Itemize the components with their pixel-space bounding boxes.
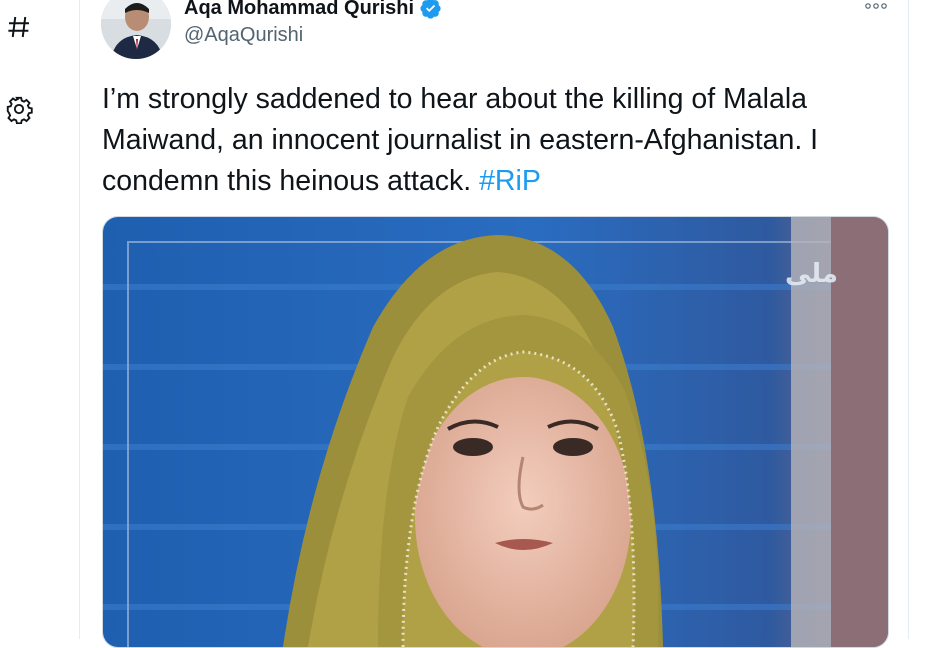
user-handle[interactable]: @AqaQurishi (184, 22, 442, 48)
tweet-author: Aqa Mohammad Qurishi @AqaQurishi (184, 0, 442, 48)
tweet-card[interactable]: Aqa Mohammad Qurishi @AqaQurishi I’m str… (79, 0, 909, 648)
tweet-text: I’m strongly saddened to hear about the … (102, 79, 882, 202)
verified-badge-icon (420, 0, 442, 19)
hashtag-icon[interactable] (2, 10, 36, 44)
left-navigation (0, 0, 80, 634)
tweet-image[interactable]: ملی (102, 216, 889, 648)
avatar[interactable] (101, 0, 171, 59)
tweet-body: I’m strongly saddened to hear about the … (102, 83, 819, 197)
display-name[interactable]: Aqa Mohammad Qurishi (184, 0, 414, 20)
gear-icon[interactable] (2, 92, 36, 126)
channel-watermark: ملی (784, 259, 838, 289)
hashtag-link[interactable]: #RiP (479, 165, 541, 197)
more-options-icon[interactable] (864, 0, 888, 17)
